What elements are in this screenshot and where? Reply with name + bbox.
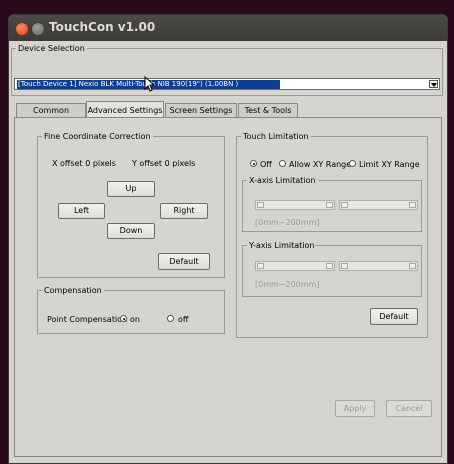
limit-xy-range-radio[interactable] <box>349 160 356 167</box>
arrow-left-icon[interactable] <box>341 202 348 208</box>
minimize-icon[interactable] <box>31 22 45 36</box>
advanced-settings-panel: Fine Coordinate Correction X offset 0 pi… <box>14 117 442 457</box>
touch-limitation-legend: Touch Limitation <box>243 132 309 141</box>
limit-xy-range-label: Limit XY Range <box>359 160 420 169</box>
x-range-label: [0mm~200mm] <box>255 218 320 227</box>
fine-coordinate-legend: Fine Coordinate Correction <box>44 132 151 141</box>
touch-off-radio[interactable] <box>250 160 257 167</box>
point-compensation-label: Point Compensation <box>47 315 128 324</box>
compensation-on-radio[interactable] <box>120 315 127 322</box>
fine-default-button[interactable]: Default <box>158 253 210 270</box>
right-button[interactable]: Right <box>160 203 208 219</box>
arrow-right-icon[interactable] <box>326 263 333 269</box>
device-select[interactable]: [Touch Device 1] Nexio BLK Multi-Touch N… <box>14 78 440 90</box>
x-min-slider[interactable] <box>255 200 335 210</box>
y-min-slider[interactable] <box>255 261 335 271</box>
arrow-right-icon[interactable] <box>326 202 333 208</box>
close-icon[interactable] <box>15 22 29 36</box>
arrow-right-icon[interactable] <box>409 202 416 208</box>
tab-test-tools[interactable]: Test & Tools <box>238 103 298 117</box>
touchcon-window: TouchCon v1.00 Device Selection [Touch D… <box>8 14 448 464</box>
touch-default-button[interactable]: Default <box>370 308 418 325</box>
down-button[interactable]: Down <box>107 223 155 239</box>
tab-advanced-settings[interactable]: Advanced Settings <box>86 101 164 118</box>
compensation-on-label: on <box>130 315 140 324</box>
device-selection-legend: Device Selection <box>18 44 85 53</box>
tab-label: Advanced Settings <box>87 106 163 115</box>
allow-xy-range-radio[interactable] <box>279 160 286 167</box>
allow-xy-range-label: Allow XY Range <box>289 160 352 169</box>
left-button[interactable]: Left <box>58 203 105 219</box>
arrow-left-icon[interactable] <box>257 202 264 208</box>
compensation-group: Compensation <box>37 286 225 334</box>
chevron-down-icon[interactable] <box>429 80 438 88</box>
y-max-slider[interactable] <box>339 261 418 271</box>
touch-off-label: Off <box>260 160 272 169</box>
apply-button[interactable]: Apply <box>335 400 375 417</box>
tab-screen-settings[interactable]: Screen Settings <box>165 103 237 117</box>
x-axis-limitation-legend: X-axis Limitation <box>249 176 316 185</box>
x-max-slider[interactable] <box>339 200 418 210</box>
client-area: Device Selection [Touch Device 1] Nexio … <box>9 41 447 463</box>
compensation-off-label: off <box>178 315 189 324</box>
compensation-legend: Compensation <box>44 286 102 295</box>
arrow-left-icon[interactable] <box>257 263 264 269</box>
compensation-off-radio[interactable] <box>167 315 174 322</box>
title-bar[interactable]: TouchCon v1.00 <box>9 15 447 41</box>
arrow-left-icon[interactable] <box>341 263 348 269</box>
arrow-right-icon[interactable] <box>409 263 416 269</box>
tab-label: Test & Tools <box>244 106 292 115</box>
y-range-label: [0mm~200mm] <box>255 280 320 289</box>
window-title: TouchCon v1.00 <box>49 20 156 34</box>
tab-common-settings[interactable]: Common Settings <box>16 103 86 129</box>
y-axis-limitation-legend: Y-axis Limitation <box>249 241 315 250</box>
y-offset-label: Y offset 0 pixels <box>132 159 196 168</box>
up-button[interactable]: Up <box>107 181 155 197</box>
x-offset-label: X offset 0 pixels <box>52 159 116 168</box>
mouse-pointer-icon <box>144 76 156 92</box>
tab-label: Screen Settings <box>169 106 233 115</box>
cancel-button[interactable]: Cancel <box>386 400 432 417</box>
